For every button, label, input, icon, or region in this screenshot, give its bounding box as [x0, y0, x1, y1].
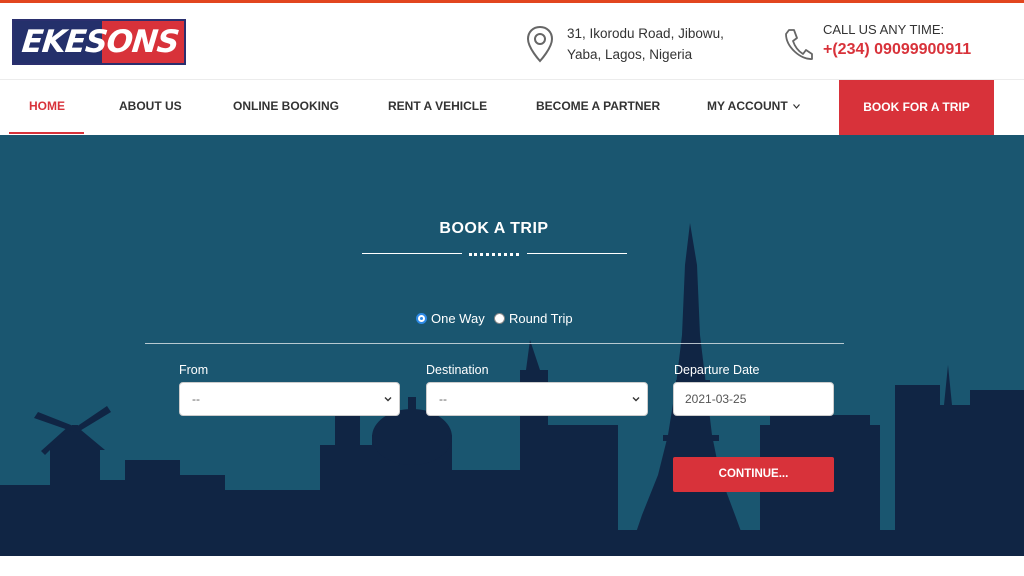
nav-online-booking[interactable]: ONLINE BOOKING: [233, 80, 339, 136]
city-skyline-illustration: [0, 223, 1024, 556]
round-trip-radio[interactable]: [494, 312, 505, 324]
call-label: CALL US ANY TIME:: [823, 22, 945, 37]
departure-date-label: Departure Date: [674, 363, 760, 377]
destination-label: Destination: [426, 363, 489, 377]
nav-about-us[interactable]: ABOUT US: [119, 80, 182, 136]
address-line-1: 31, Ikorodu Road, Jibowu,: [567, 26, 724, 41]
round-trip-option[interactable]: Round Trip: [494, 309, 573, 327]
address-text: 31, Ikorodu Road, Jibowu, Yaba, Lagos, N…: [567, 23, 767, 65]
from-select[interactable]: --: [179, 382, 400, 416]
nav-rent-a-vehicle[interactable]: RENT A VEHICLE: [388, 80, 487, 136]
booking-hero: BOOK A TRIP One Way Round Trip From -- D…: [0, 135, 1024, 556]
from-select-value: --: [192, 392, 200, 406]
book-a-trip-title: BOOK A TRIP: [439, 220, 549, 237]
chevron-down-icon: [793, 104, 800, 110]
title-divider-right: [527, 253, 627, 254]
book-for-a-trip-button[interactable]: BOOK FOR A TRIP: [839, 80, 994, 136]
site-header: EKESONS 31, Ikorodu Road, Jibowu, Yaba, …: [0, 3, 1024, 79]
address-line-2: Yaba, Lagos, Nigeria: [567, 47, 693, 62]
bottom-strip: [0, 556, 1024, 576]
destination-select[interactable]: --: [426, 382, 648, 416]
main-nav: HOME ABOUT US ONLINE BOOKING RENT A VEHI…: [0, 79, 1024, 136]
one-way-label: One Way: [431, 310, 485, 326]
round-trip-label: Round Trip: [509, 310, 573, 326]
chevron-down-icon: [632, 397, 640, 402]
chevron-down-icon: [384, 397, 392, 402]
phone-number[interactable]: +(234) 09099900911: [823, 41, 971, 59]
phone-icon: [785, 29, 813, 60]
map-pin-icon: [526, 25, 554, 63]
title-divider-left: [362, 253, 462, 254]
from-label: From: [179, 363, 209, 377]
continue-button[interactable]: CONTINUE...: [673, 457, 834, 492]
departure-date-input[interactable]: 2021-03-25: [673, 382, 834, 416]
nav-home[interactable]: HOME: [29, 80, 65, 136]
logo[interactable]: EKESONS: [12, 19, 186, 65]
destination-select-value: --: [439, 392, 447, 406]
nav-my-account[interactable]: MY ACCOUNT: [707, 80, 800, 136]
logo-text: EKESONS: [20, 24, 181, 60]
title-divider-dots: [469, 253, 519, 256]
nav-active-indicator: [9, 132, 84, 134]
one-way-option[interactable]: One Way: [416, 309, 485, 327]
nav-become-a-partner[interactable]: BECOME A PARTNER: [536, 80, 660, 136]
form-divider: [145, 343, 844, 344]
nav-my-account-label: MY ACCOUNT: [707, 99, 788, 113]
one-way-radio[interactable]: [416, 312, 427, 324]
